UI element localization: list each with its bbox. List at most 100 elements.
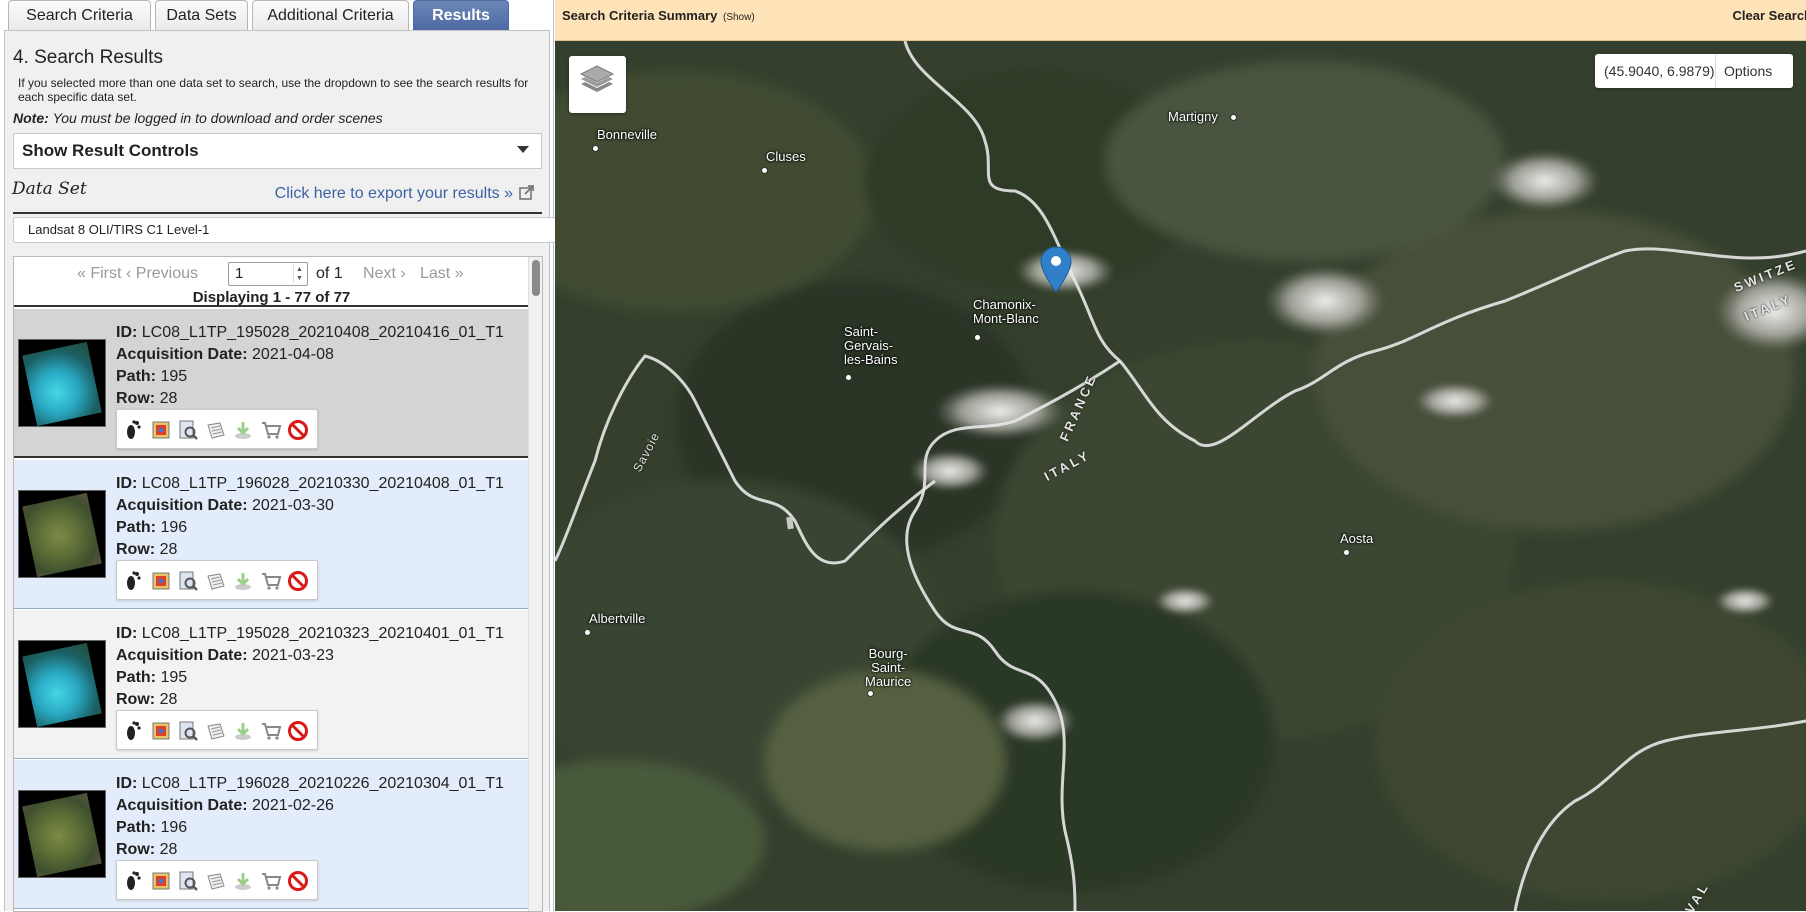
place-cluses: Cluses [766,150,806,164]
scene-thumbnail[interactable] [18,640,106,728]
scene-thumbnail[interactable] [18,790,106,878]
exclude-icon[interactable] [287,720,309,742]
date-value: 2021-03-23 [252,647,334,664]
exclude-icon[interactable] [287,870,309,892]
result-row[interactable]: ID: LC08_L1TP_195028_20210323_20210401_0… [14,610,529,759]
result-row[interactable]: ID: LC08_L1TP_196028_20210226_20210304_0… [14,760,529,909]
clear-search-link[interactable]: Clear Search [1733,8,1806,23]
compare-icon[interactable] [205,419,227,441]
date-label: Acquisition Date: [116,346,248,363]
result-row[interactable]: ID: LC08_L1TP_196028_20210330_20210408_0… [14,460,529,609]
compare-icon[interactable] [205,570,227,592]
dataset-select[interactable]: Landsat 8 OLI/TIRS C1 Level-1 [13,217,558,243]
download-icon[interactable] [232,570,254,592]
compare-icon[interactable] [205,720,227,742]
last-page-link[interactable]: Last » [420,265,464,283]
results-content: 4. Search Results If you selected more t… [4,30,550,911]
town-marker [1230,114,1237,121]
note-text: You must be logged in to download and or… [53,110,383,126]
browse-overlay-icon[interactable] [150,570,172,592]
footprint-icon[interactable] [122,570,144,592]
download-icon[interactable] [232,720,254,742]
row-label: Row: [116,841,155,858]
map-view[interactable]: Search Criteria Summary (Show) Clear Sea… [555,0,1806,911]
cart-icon[interactable] [260,720,282,742]
section-title: 4. Search Results [13,47,163,69]
footprint-icon[interactable] [122,419,144,441]
id-label: ID: [116,625,137,642]
map-marker-icon[interactable] [1040,246,1072,294]
town-marker [867,690,874,697]
exclude-icon[interactable] [287,419,309,441]
acquisition-date: Acquisition Date: 2021-03-30 [116,495,504,517]
divider [13,212,542,214]
place-bourg-saint-maurice: Bourg- Saint- Maurice [865,647,911,689]
footprint-icon[interactable] [122,720,144,742]
row-value: 28 [160,841,178,858]
tab-additional-criteria[interactable]: Additional Criteria [252,0,409,30]
browse-overlay-icon[interactable] [150,720,172,742]
scene-image [22,643,102,727]
scene-toolbar [116,409,318,449]
id-value: LC08_L1TP_195028_20210323_20210401_01_T1 [142,625,504,642]
layers-button[interactable] [569,56,626,113]
date-label: Acquisition Date: [116,797,248,814]
compare-icon[interactable] [205,870,227,892]
row-label: Row: [116,541,155,558]
path-label: Path: [116,519,156,536]
browse-overlay-icon[interactable] [150,870,172,892]
scene-id: ID: LC08_L1TP_195028_20210323_20210401_0… [116,623,504,645]
summary-title-text: Search Criteria Summary [562,8,717,23]
row-label: Row: [116,691,155,708]
cart-icon[interactable] [260,570,282,592]
cart-icon[interactable] [260,419,282,441]
display-count: Displaying 1 - 77 of 77 [14,289,529,306]
results-panel: Search Criteria Data Sets Additional Cri… [0,0,554,911]
id-value: LC08_L1TP_196028_20210226_20210304_01_T1 [142,775,504,792]
id-label: ID: [116,775,137,792]
scene-thumbnail[interactable] [18,339,106,427]
page-count: of 1 [316,265,343,283]
result-row[interactable]: ID: LC08_L1TP_195028_20210408_20210416_0… [14,309,529,458]
pagination: « First ‹ Previous 1 ▲▼ of 1 Next › Last… [14,257,529,307]
id-label: ID: [116,324,137,341]
tab-data-sets[interactable]: Data Sets [155,0,248,30]
scroll-thumb[interactable] [532,260,540,296]
metadata-icon[interactable] [177,870,199,892]
exclude-icon[interactable] [287,570,309,592]
stepper-icon[interactable]: ▲▼ [293,265,305,283]
show-result-controls-toggle[interactable]: Show Result Controls [13,133,542,169]
previous-page-link[interactable]: ‹ Previous [126,265,198,283]
scene-thumbnail[interactable] [18,490,106,578]
download-icon[interactable] [232,419,254,441]
download-icon[interactable] [232,870,254,892]
map-options-button[interactable]: Options [1724,63,1772,79]
next-page-link[interactable]: Next › [363,265,406,283]
town-marker [761,167,768,174]
page-number-input[interactable]: 1 ▲▼ [228,262,308,286]
export-link-text: Click here to export your results » [275,185,513,202]
cart-icon[interactable] [260,870,282,892]
id-value: LC08_L1TP_195028_20210408_20210416_01_T1 [142,324,504,341]
scene-info: ID: LC08_L1TP_195028_20210408_20210416_0… [116,322,504,410]
footprint-icon[interactable] [122,870,144,892]
scene-id: ID: LC08_L1TP_196028_20210226_20210304_0… [116,773,504,795]
summary-show-link[interactable]: (Show) [723,12,755,23]
tab-results[interactable]: Results [413,0,509,30]
metadata-icon[interactable] [177,720,199,742]
divider [1715,54,1716,88]
row-value: 28 [160,691,178,708]
date-label: Acquisition Date: [116,647,248,664]
scrollbar[interactable] [528,257,542,912]
tab-search-criteria[interactable]: Search Criteria [8,0,151,30]
browse-overlay-icon[interactable] [150,419,172,441]
caret-down-icon [517,146,529,153]
export-results-link[interactable]: Click here to export your results » [275,184,535,203]
row-value: 28 [160,390,178,407]
metadata-icon[interactable] [177,419,199,441]
date-label: Acquisition Date: [116,497,248,514]
acquisition-date: Acquisition Date: 2021-03-23 [116,645,504,667]
metadata-icon[interactable] [177,570,199,592]
first-page-link[interactable]: « First [77,265,121,283]
satellite-terrain [555,41,1806,911]
